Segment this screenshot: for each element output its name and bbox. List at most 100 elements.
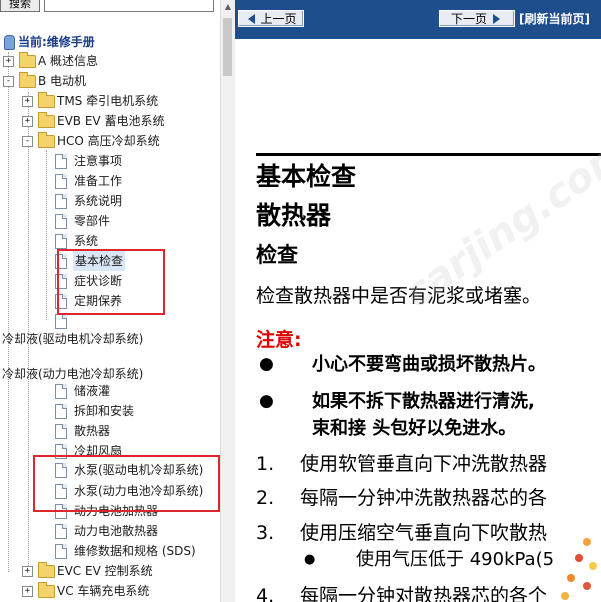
tree-item-label: 动力电池散热器 <box>74 524 159 538</box>
page-icon <box>55 384 67 399</box>
expand-icon[interactable]: + <box>22 586 33 597</box>
page-icon <box>55 504 67 519</box>
page-icon <box>55 463 67 478</box>
expand-icon[interactable]: + <box>3 56 14 67</box>
tree-item-evc[interactable]: + EVC EV 控制系统 <box>0 561 220 581</box>
tree-item-motor[interactable]: - B 电动机 <box>0 71 220 91</box>
page-title: 基本检查 <box>256 162 357 191</box>
tree-item-label: 注意事项 <box>74 154 123 168</box>
tree-scrollbar[interactable]: ▲ <box>220 0 235 602</box>
expand-icon[interactable]: + <box>22 566 33 577</box>
tree-item-periodic-maintenance[interactable]: 定期保养 <box>0 291 220 311</box>
tree-item-label: TMS 牵引电机系统 <box>57 94 159 108</box>
tree-item-label: 水泵(驱动电机冷却系统) <box>74 463 204 477</box>
arrow-right-icon <box>493 13 500 24</box>
manual-root-icon <box>4 35 15 50</box>
page-icon <box>55 254 67 269</box>
page-icon <box>55 214 67 229</box>
tree-item-vc[interactable]: + VC 车辆充电系统 <box>0 581 220 601</box>
paragraph: 检查散热器中是否有泥浆或堵塞。 <box>256 285 542 307</box>
page-icon <box>55 294 67 309</box>
page-icon <box>55 174 67 189</box>
search-input[interactable] <box>44 0 214 12</box>
refresh-page-link[interactable]: [刷新当前页] <box>519 10 590 29</box>
tree-item-pump-motor[interactable]: 水泵(驱动电机冷却系统) <box>0 460 220 480</box>
tree-item-label: 冷却液(驱动电机冷却系统) <box>2 332 144 346</box>
step-number: 2. <box>256 487 275 509</box>
folder-open-icon <box>38 132 55 148</box>
tree-item-cooling-fan[interactable]: 冷却风扇 <box>0 441 220 461</box>
tree-item-basic-inspection[interactable]: 基本检查 <box>0 251 220 271</box>
expand-icon[interactable]: + <box>22 96 33 107</box>
tree-item-precautions[interactable]: 注意事项 <box>0 151 220 171</box>
tree-item-label: 维修数据和规格 (SDS) <box>74 544 196 558</box>
previous-page-button[interactable]: 上一页 <box>238 10 304 27</box>
next-page-button[interactable]: 下一页 <box>439 10 515 27</box>
step-text: 每隔一分钟冲洗散热器芯的各 <box>300 487 548 509</box>
tree-item-label: VC 车辆充电系统 <box>57 584 150 598</box>
tree-item-label: HCO 高压冷却系统 <box>57 134 160 148</box>
tree-item-reservoir[interactable]: 储液灌 <box>0 381 220 401</box>
folder-open-icon <box>19 72 36 88</box>
tree-item-pump-battery[interactable]: 水泵(动力电池冷却系统) <box>0 481 220 501</box>
tree-item-label: 系统 <box>74 234 99 248</box>
tree-item-tms[interactable]: + TMS 牵引电机系统 <box>0 91 220 111</box>
content-pane: 上一页 下一页 [刷新当前页] 基本检查 散热器 检查 检查散热器中是否有泥浆或… <box>235 0 601 602</box>
page-icon <box>55 154 67 169</box>
folder-icon <box>38 92 55 108</box>
tree-item-label: 定期保养 <box>74 294 123 308</box>
tree-item-hco[interactable]: - HCO 高压冷却系统 <box>0 131 220 151</box>
arrow-left-icon <box>248 13 256 24</box>
search-button[interactable]: 搜索 <box>0 0 40 12</box>
tree-item-preparation[interactable]: 准备工作 <box>0 171 220 191</box>
page-icon <box>55 544 67 559</box>
tree-item-battery-radiator[interactable]: 动力电池散热器 <box>0 521 220 541</box>
bullet-icon: ● <box>259 391 274 411</box>
tree-item-label: EVC EV 控制系统 <box>57 564 153 578</box>
tree-item-system-description[interactable]: 系统说明 <box>0 191 220 211</box>
caution-bullet: 小心不要弯曲或损坏散热片。 <box>312 354 546 375</box>
tree-item-label: 水泵(动力电池冷却系统) <box>74 484 204 498</box>
tree-item-overview[interactable]: + A 概述信息 <box>0 51 220 71</box>
step-number: 3. <box>256 522 275 544</box>
page-icon <box>55 274 67 289</box>
page-icon <box>55 404 67 419</box>
expand-icon[interactable]: + <box>22 116 33 127</box>
folder-icon <box>19 52 36 68</box>
folder-icon <box>38 562 55 578</box>
tree-item-components[interactable]: 零部件 <box>0 211 220 231</box>
caution-bullet-continued: 束和接 头包好以免进水。 <box>312 418 517 439</box>
tree-item-label: 零部件 <box>74 214 111 228</box>
caution-bullet: 如果不拆下散热器进行清洗, <box>312 391 535 412</box>
tree-item-label: 症状诊断 <box>74 274 123 288</box>
search-bar: 搜索 <box>0 0 220 14</box>
collapse-icon[interactable]: - <box>22 136 33 147</box>
title-divider <box>256 153 601 156</box>
step-text: 使用软管垂直向下冲洗散热器 <box>300 453 548 475</box>
tree-item-radiator[interactable]: 散热器 <box>0 421 220 441</box>
sub-bullet-text: 使用气压低于 490kPa(5 <box>356 549 555 570</box>
next-page-label: 下一页 <box>450 12 487 26</box>
tree-item-label: 储液灌 <box>74 384 111 398</box>
page-icon <box>55 314 67 329</box>
tree-item-evb[interactable]: + EVB EV 蓄电池系统 <box>0 111 220 131</box>
tree-item-symptom-diagnosis[interactable]: 症状诊断 <box>0 271 220 291</box>
tree-item-label: 系统说明 <box>74 194 123 208</box>
page-icon <box>55 444 67 459</box>
tree-item-sds[interactable]: 维修数据和规格 (SDS) <box>0 541 220 561</box>
scroll-up-arrow-icon[interactable]: ▲ <box>221 0 235 14</box>
tree-item-coolant-motor[interactable]: 冷却液(驱动电机冷却系统) <box>0 329 220 349</box>
navigation-tree-pane: 搜索 当前:维修手册 + A 概述信息 - B 电动机 + TMS 牵引电机系统… <box>0 0 220 602</box>
tree-item-label: B 电动机 <box>38 74 87 88</box>
collapse-icon[interactable]: - <box>3 76 14 87</box>
tree-item-system[interactable]: 系统 <box>0 231 220 251</box>
scroll-thumb[interactable] <box>223 18 232 76</box>
folder-icon <box>38 582 55 598</box>
tree-item-blank[interactable] <box>0 311 220 331</box>
tree-item-battery-heater[interactable]: 动力电池加热器 <box>0 501 220 521</box>
tree-item-removal-installation[interactable]: 拆卸和安装 <box>0 401 220 421</box>
tree-root-label[interactable]: 当前:维修手册 <box>18 32 95 52</box>
tree-item-label: EVB EV 蓄电池系统 <box>57 114 165 128</box>
page-icon <box>55 484 67 499</box>
section-heading: 检查 <box>256 243 298 267</box>
